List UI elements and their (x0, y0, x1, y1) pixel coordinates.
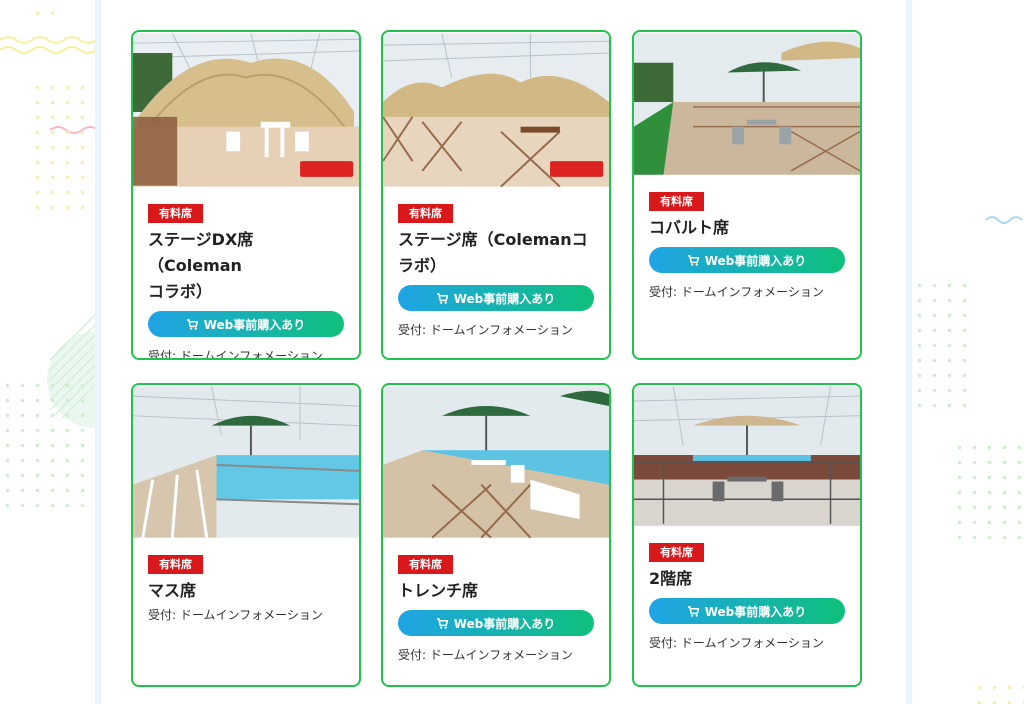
paid-seat-badge: 有料席 (148, 555, 203, 574)
reception-text: 受付: ドームインフォメーション (398, 323, 573, 337)
paid-seat-badge: 有料席 (649, 543, 704, 562)
seat-title: コバルト席 (649, 218, 730, 237)
reception-text: 受付: ドームインフォメーション (148, 349, 323, 360)
seat-card-stage[interactable]: 有料席 ステージ席（Colemanコ ラボ） Web事前購入あり 受付: ドーム… (381, 30, 611, 360)
paid-seat-badge: 有料席 (148, 204, 203, 223)
web-purchase-button[interactable]: Web事前購入あり (148, 311, 344, 337)
seat-title: マス席 (148, 581, 197, 600)
paid-seat-badge: 有料席 (398, 555, 453, 574)
web-purchase-button[interactable]: Web事前購入あり (398, 285, 594, 311)
content-left-border (95, 0, 101, 704)
web-purchase-label: Web事前購入あり (203, 317, 306, 332)
seat-photo (634, 33, 860, 175)
seat-card-masu[interactable]: 有料席 マス席 受付: ドームインフォメーション (131, 383, 361, 687)
reception-text: 受付: ドームインフォメーション (398, 648, 573, 662)
cart-icon (436, 617, 448, 629)
seat-photo (383, 33, 609, 188)
paid-seat-badge: 有料席 (398, 204, 453, 223)
seat-title: 2階席 (649, 569, 693, 588)
seat-card-cobalt[interactable]: 有料席 コバルト席 Web事前購入あり 受付: ドームインフォメーション (632, 30, 862, 360)
web-purchase-button[interactable]: Web事前購入あり (649, 598, 845, 624)
reception-text: 受付: ドームインフォメーション (148, 608, 323, 622)
paid-seat-badge: 有料席 (649, 192, 704, 211)
seat-photo (133, 386, 359, 538)
cart-icon (186, 318, 198, 330)
web-purchase-label: Web事前購入あり (453, 291, 556, 306)
web-purchase-label: Web事前購入あり (704, 604, 807, 619)
seat-title: ステージDX席（Coleman コラボ） (148, 230, 254, 301)
seat-photo (634, 386, 860, 526)
seat-card-second-floor[interactable]: 有料席 2階席 Web事前購入あり 受付: ドームインフォメーション (632, 383, 862, 687)
seat-title: トレンチ席 (398, 581, 479, 600)
cart-icon (687, 605, 699, 617)
reception-text: 受付: ドームインフォメーション (649, 636, 824, 650)
web-purchase-button[interactable]: Web事前購入あり (649, 247, 845, 273)
left-background-decoration (0, 0, 95, 704)
web-purchase-label: Web事前購入あり (704, 253, 807, 268)
web-purchase-label: Web事前購入あり (453, 616, 556, 631)
cart-icon (436, 292, 448, 304)
seat-title: ステージ席（Colemanコ ラボ） (398, 230, 588, 275)
seat-card-trench[interactable]: 有料席 トレンチ席 Web事前購入あり 受付: ドームインフォメーション (381, 383, 611, 687)
right-background-decoration (912, 0, 1024, 704)
seat-photo (383, 386, 609, 539)
wave-decoration (985, 216, 1023, 224)
cart-icon (687, 254, 699, 266)
seat-card-stage-dx[interactable]: 有料席 ステージDX席（Coleman コラボ） Web事前購入あり 受付: ド… (131, 30, 361, 360)
web-purchase-button[interactable]: Web事前購入あり (398, 610, 594, 636)
seat-photo (133, 33, 359, 187)
reception-text: 受付: ドームインフォメーション (649, 285, 824, 299)
